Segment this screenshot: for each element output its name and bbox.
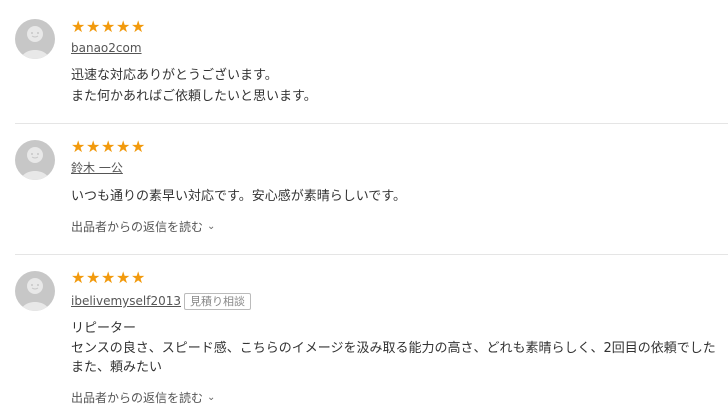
review-text-line: センスの良さ、スピード感、こちらのイメージを汲み取る能力の高さ、どれも素晴らしく…: [71, 341, 716, 356]
star-icon: ★: [131, 17, 146, 36]
rating-stars: ★ ★ ★ ★ ★: [71, 19, 145, 35]
reviewer-name-link[interactable]: ibelivemyself2013: [71, 294, 181, 308]
review-list: ★ ★ ★ ★ ★ banao2com 迅速な対応ありがとうございます。 また何…: [0, 0, 728, 407]
star-icon: ★: [101, 268, 116, 287]
star-icon: ★: [101, 137, 116, 156]
divider: [15, 123, 728, 124]
review-text-line: また何かあればご依頼したいと思います。: [71, 89, 317, 104]
reviewer-name-link[interactable]: 鈴木 一公: [71, 161, 123, 175]
star-icon: ★: [71, 137, 86, 156]
divider: [15, 254, 728, 255]
user-avatar-icon[interactable]: [15, 140, 55, 180]
read-seller-reply-link[interactable]: 出品者からの返信を読む ⌄: [71, 391, 215, 405]
star-icon: ★: [131, 137, 146, 156]
star-icon: ★: [101, 17, 116, 36]
star-icon: ★: [116, 268, 131, 287]
consultation-badge: 見積り相談: [184, 293, 251, 310]
star-icon: ★: [86, 17, 101, 36]
star-icon: ★: [71, 17, 86, 36]
star-icon: ★: [116, 17, 131, 36]
review-text-line: リピーター: [71, 321, 137, 336]
read-seller-reply-label: 出品者からの返信を読む: [71, 220, 204, 234]
chevron-down-icon: ⌄: [207, 221, 216, 232]
star-icon: ★: [86, 137, 101, 156]
star-icon: ★: [116, 137, 131, 156]
reviewer-name-link[interactable]: banao2com: [71, 41, 142, 55]
user-avatar-icon[interactable]: [15, 19, 55, 59]
chevron-down-icon: ⌄: [207, 392, 216, 403]
star-icon: ★: [71, 268, 86, 287]
review-text-line: また、頼みたい: [71, 360, 163, 375]
review-text-line: いつも通りの素早い対応です。安心感が素晴らしいです。: [71, 189, 407, 204]
star-icon: ★: [131, 268, 146, 287]
read-seller-reply-link[interactable]: 出品者からの返信を読む ⌄: [71, 220, 215, 234]
review-text-line: 迅速な対応ありがとうございます。: [71, 68, 278, 83]
star-icon: ★: [86, 268, 101, 287]
user-avatar-icon[interactable]: [15, 271, 55, 311]
rating-stars: ★ ★ ★ ★ ★: [71, 139, 145, 155]
rating-stars: ★ ★ ★ ★ ★: [71, 270, 145, 286]
read-seller-reply-label: 出品者からの返信を読む: [71, 391, 204, 405]
